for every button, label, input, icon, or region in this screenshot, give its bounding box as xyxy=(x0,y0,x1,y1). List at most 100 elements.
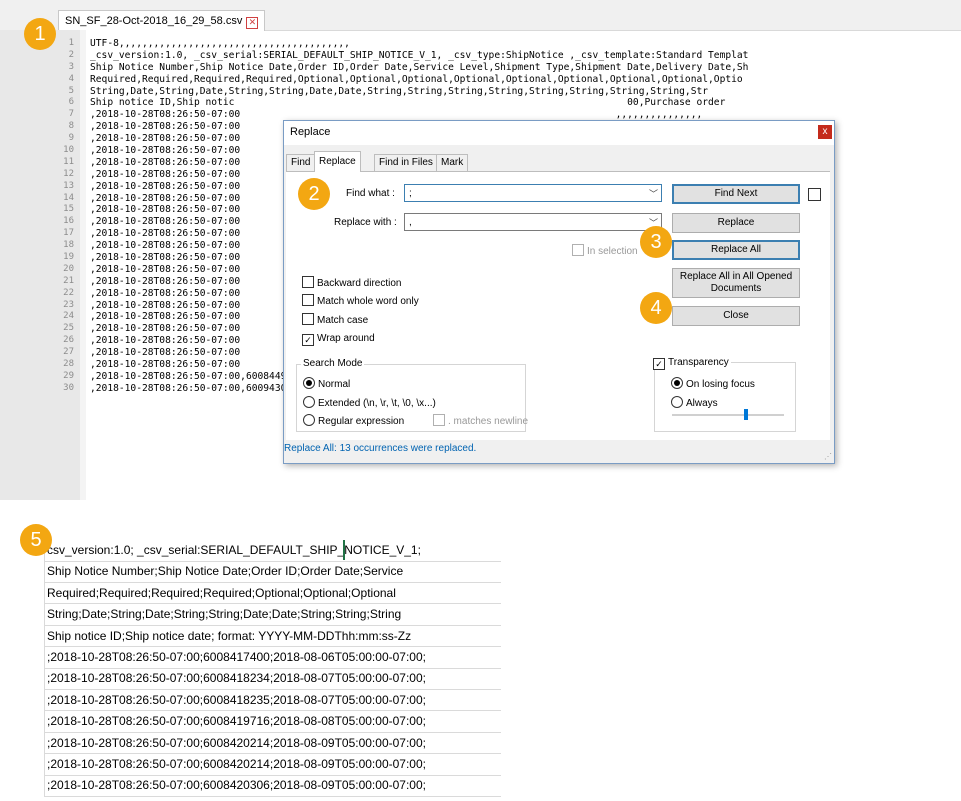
step-badge-1: 1 xyxy=(24,18,56,50)
line-number: 17 xyxy=(63,228,74,239)
checkbox-icon xyxy=(302,313,314,325)
sheet-row[interactable]: ;2018-10-28T08:26:50-07:00;6008420214;20… xyxy=(44,754,501,776)
close-button[interactable]: Close xyxy=(672,306,800,326)
code-line[interactable]: 2 _csv_version:1.0, _csv_serial:SERIAL_DE… xyxy=(0,50,961,62)
checkmark-icon: ✓ xyxy=(653,358,665,370)
line-number: 7 xyxy=(68,109,74,120)
tab-find[interactable]: Find xyxy=(286,154,316,171)
line-number: 13 xyxy=(63,180,74,191)
backward-direction-checkbox[interactable]: Backward direction xyxy=(302,276,401,290)
radio-icon xyxy=(671,396,683,408)
replace-with-label: Replace with : xyxy=(334,217,397,228)
wrap-around-checkbox[interactable]: ✓ Wrap around xyxy=(302,332,375,346)
match-case-checkbox[interactable]: Match case xyxy=(302,313,368,327)
sheet-row[interactable]: String;Date;String;Date;String;String;Da… xyxy=(44,604,501,626)
dialog-close-icon[interactable]: x xyxy=(818,125,832,139)
replace-with-input[interactable]: , ﹀ xyxy=(404,213,662,231)
checkmark-icon: ✓ xyxy=(302,334,314,346)
code-line[interactable]: 4 Required,Required,Required,Required,Opt… xyxy=(0,74,961,86)
sheet-cell-text: ;2018-10-28T08:26:50-07:00;6008420214;20… xyxy=(47,735,426,750)
line-number: 22 xyxy=(63,287,74,298)
line-number: 25 xyxy=(63,323,74,334)
sheet-cell-text: csv_version:1.0; _csv_serial:SERIAL_DEFA… xyxy=(47,543,421,557)
find-what-label: Find what : xyxy=(346,188,395,199)
sheet-row[interactable]: ;2018-10-28T08:26:50-07:00;6008420214;20… xyxy=(44,732,501,755)
line-number: 27 xyxy=(63,347,74,358)
radio-icon xyxy=(303,396,315,408)
sheet-row[interactable]: ;2018-10-28T08:26:50-07:00;6008418235;20… xyxy=(44,689,501,712)
replace-all-opened-button[interactable]: Replace All in All Opened Documents xyxy=(672,268,800,298)
replace-with-value: , xyxy=(409,217,412,228)
search-mode-title: Search Mode xyxy=(301,358,365,369)
line-number: 5 xyxy=(68,85,74,96)
step-badge-4: 4 xyxy=(640,292,672,324)
line-text: String,Date,String,Date,String,String,Da… xyxy=(90,85,709,97)
transparency-checkbox[interactable]: ✓ Transparency xyxy=(651,356,731,370)
matches-newline-checkbox[interactable]: . matches newline xyxy=(433,414,528,428)
sheet-row[interactable]: Required;Required;Required;Required;Opti… xyxy=(44,582,501,605)
tab-bar: SN_SF_28-Oct-2018_16_29_58.csv ✕ xyxy=(0,0,961,31)
sheet-cell-text: String;Date;String;Date;String;String;Da… xyxy=(47,607,402,622)
sheet-row[interactable]: csv_version:1.0; _csv_serial:SERIAL_DEFA… xyxy=(44,540,501,562)
find-next-option-checkbox[interactable] xyxy=(808,188,821,201)
replace-button[interactable]: Replace xyxy=(672,213,800,233)
code-line[interactable]: 3 Ship Notice Number,Ship Notice Date,Ord… xyxy=(0,62,961,74)
sheet-cell-text: ;2018-10-28T08:26:50-07:00;6008418234;20… xyxy=(47,671,426,686)
step-badge-2: 2 xyxy=(298,178,330,210)
sheet-row[interactable]: ;2018-10-28T08:26:50-07:00;6008417400;20… xyxy=(44,647,501,669)
transparency-slider-track[interactable] xyxy=(672,414,784,416)
line-text: _csv_version:1.0, _csv_serial:SERIAL_DEF… xyxy=(90,49,749,61)
line-number: 4 xyxy=(68,73,74,84)
line-text: Ship notice ID,Ship notic 00,Purchase or… xyxy=(90,97,726,109)
transparency-group: ✓ Transparency On losing focus Always xyxy=(651,356,796,432)
match-whole-word-checkbox[interactable]: Match whole word only xyxy=(302,294,419,308)
find-what-value: ; xyxy=(409,188,412,199)
spreadsheet-excerpt: csv_version:1.0; _csv_serial:SERIAL_DEFA… xyxy=(44,540,501,801)
tab-close-icon[interactable]: ✕ xyxy=(246,17,259,29)
step-badge-5: 5 xyxy=(20,524,52,556)
line-number: 28 xyxy=(63,359,74,370)
always-radio[interactable]: Always xyxy=(671,396,718,410)
code-line[interactable]: 6 Ship notice ID,Ship notic 00,Purchase o… xyxy=(0,97,961,109)
line-number: 12 xyxy=(63,168,74,179)
search-mode-extended-radio[interactable]: Extended (\n, \r, \t, \0, \x...) xyxy=(303,396,436,410)
line-number: 15 xyxy=(63,204,74,215)
tab-replace[interactable]: Replace xyxy=(314,151,361,172)
line-number: 3 xyxy=(68,61,74,72)
replace-all-button[interactable]: Replace All xyxy=(672,240,800,260)
find-what-input[interactable]: ; ﹀ xyxy=(404,184,662,202)
search-mode-regex-radio[interactable]: Regular expression xyxy=(303,414,404,428)
chevron-down-icon[interactable]: ﹀ xyxy=(649,185,658,203)
dialog-panel: Find what : ; ﹀ Replace with : , ﹀ In sele… xyxy=(286,171,830,440)
sheet-row[interactable]: ;2018-10-28T08:26:50-07:00;6008420306;20… xyxy=(44,775,501,797)
line-number: 20 xyxy=(63,263,74,274)
line-text: UTF-8,,,,,,,,,,,,,,,,,,,,,,,,,,,,,,,,,,,… xyxy=(90,38,350,49)
radio-selected-icon xyxy=(303,377,315,389)
tab-find-in-files[interactable]: Find in Files xyxy=(374,154,438,171)
code-line[interactable]: 5 String,Date,String,Date,String,String,D… xyxy=(0,86,961,98)
resize-grip-icon[interactable]: ⋰ xyxy=(824,452,832,461)
file-tab[interactable]: SN_SF_28-Oct-2018_16_29_58.csv ✕ xyxy=(58,10,266,31)
sheet-row[interactable]: ;2018-10-28T08:26:50-07:00;6008418234;20… xyxy=(44,668,501,690)
in-selection-checkbox[interactable]: In selection xyxy=(572,244,638,258)
code-line[interactable]: 1 UTF-8,,,,,,,,,,,,,,,,,,,,,,,,,,,,,,,,,,… xyxy=(0,38,961,50)
checkbox-icon xyxy=(302,294,314,306)
on-losing-focus-radio[interactable]: On losing focus xyxy=(671,377,755,391)
checkbox-icon xyxy=(572,244,584,256)
sheet-cell-text: ;2018-10-28T08:26:50-07:00;6008420214;20… xyxy=(47,757,426,771)
tab-mark[interactable]: Mark xyxy=(436,154,469,171)
line-text: Required,Required,Required,Required,Opti… xyxy=(90,73,743,85)
sheet-row[interactable]: Ship notice ID;Ship notice date; format:… xyxy=(44,625,501,648)
dialog-title-bar[interactable]: Replace x xyxy=(284,121,834,145)
transparency-slider-thumb[interactable] xyxy=(743,409,748,420)
sheet-cell-text: Ship Notice Number;Ship Notice Date;Orde… xyxy=(47,564,404,579)
step-badge-3: 3 xyxy=(640,226,672,258)
checkbox-icon xyxy=(302,276,314,288)
search-mode-normal-radio[interactable]: Normal xyxy=(303,377,350,391)
search-mode-group: Search Mode Normal Extended (\n, \r, \t,… xyxy=(296,358,528,432)
sheet-cell-text: ;2018-10-28T08:26:50-07:00;6008418235;20… xyxy=(47,692,426,707)
sheet-row[interactable]: Ship Notice Number;Ship Notice Date;Orde… xyxy=(44,561,501,583)
sheet-row[interactable]: ;2018-10-28T08:26:50-07:00;6008419716;20… xyxy=(44,711,501,733)
find-next-button[interactable]: Find Next xyxy=(672,184,800,204)
line-number: 23 xyxy=(63,299,74,310)
